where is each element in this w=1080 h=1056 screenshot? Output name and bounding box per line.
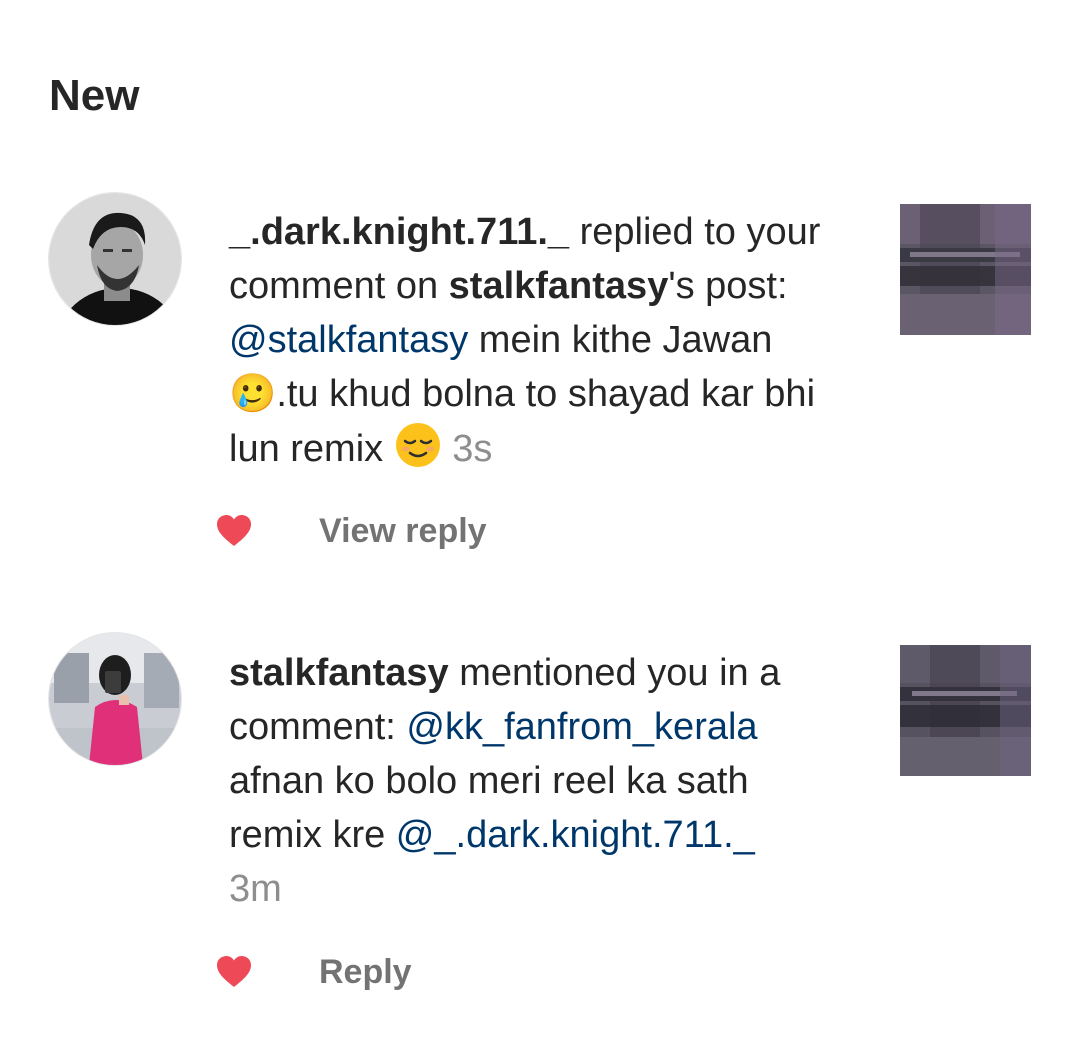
notification-actions: Reply	[0, 943, 1080, 1003]
notification-text: stalkfantasy mentioned you in a comment:…	[229, 646, 849, 916]
timestamp: 3m	[229, 868, 282, 910]
timestamp: 3s	[452, 428, 493, 470]
section-title: New	[49, 71, 140, 120]
target-user-link[interactable]: stalkfantasy	[449, 265, 669, 307]
mention-link-2[interactable]: @_.dark.knight.711._	[396, 814, 755, 856]
notification-text: _.dark.knight.711._ replied to your comm…	[229, 205, 849, 476]
notification-actions: View reply	[0, 502, 1080, 562]
avatar[interactable]	[48, 632, 182, 766]
mention-link[interactable]: @stalkfantasy	[229, 319, 468, 361]
mention-link[interactable]: @kk_fanfrom_kerala	[406, 706, 757, 748]
post-thumbnail[interactable]	[900, 645, 1031, 776]
username-link[interactable]: stalkfantasy	[229, 652, 449, 694]
suffix-text: 's post:	[668, 265, 788, 307]
username-link[interactable]: _.dark.knight.711._	[229, 211, 569, 253]
post-thumbnail[interactable]	[900, 204, 1031, 335]
view-reply-button[interactable]: View reply	[319, 508, 487, 554]
heart-icon[interactable]	[216, 514, 252, 548]
relieved-face-emoji-icon	[395, 423, 440, 467]
heart-icon[interactable]	[216, 955, 252, 989]
avatar[interactable]	[48, 192, 182, 326]
reply-button[interactable]: Reply	[319, 949, 412, 995]
